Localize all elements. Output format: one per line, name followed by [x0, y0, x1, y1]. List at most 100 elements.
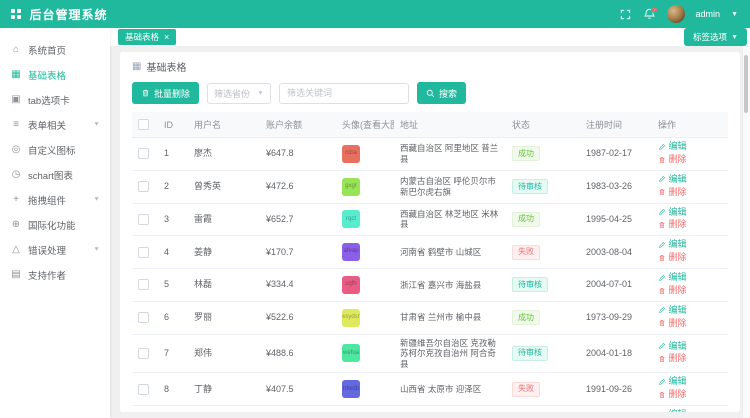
table-icon: ▦	[10, 69, 22, 80]
delete-link[interactable]: 删除	[658, 187, 687, 198]
user-avatar[interactable]	[667, 5, 685, 23]
sidebar-item-i18n[interactable]: ⊕ 国际化功能 ▼	[0, 212, 110, 237]
row-checkbox[interactable]	[138, 348, 149, 359]
row-checkbox[interactable]	[138, 148, 149, 159]
keyword-filter-input[interactable]	[279, 83, 409, 104]
avatar-thumbnail[interactable]: rcba	[342, 145, 360, 163]
table-card: ▦ 基础表格 批量删除 筛选省份 ▼ 搜索	[120, 52, 740, 412]
cell-username: 潘霞	[188, 406, 260, 412]
delete-link[interactable]: 删除	[658, 318, 687, 329]
avatar-thumbnail[interactable]: wefua	[342, 344, 360, 362]
delete-link[interactable]: 删除	[658, 353, 687, 364]
avatar-thumbnail[interactable]: afeap	[342, 243, 360, 261]
cell-id: 1	[158, 138, 188, 171]
cell-username: 林磊	[188, 269, 260, 302]
tab-close-icon[interactable]: ×	[164, 33, 169, 42]
tabs-icon: ▣	[10, 94, 22, 105]
row-checkbox[interactable]	[138, 312, 149, 323]
cell-username: 雷霞	[188, 203, 260, 236]
edit-label: 编辑	[669, 239, 687, 250]
tab-bar: 基础表格 × 标签选项 ▼	[110, 28, 750, 46]
sidebar-item-chart[interactable]: ◷ schart图表 ▼	[0, 162, 110, 187]
cell-register-time: 1987-02-17	[580, 138, 652, 171]
status-badge: 成功	[512, 146, 540, 161]
row-checkbox[interactable]	[138, 279, 149, 290]
edit-link[interactable]: 编辑	[658, 305, 687, 316]
edit-link[interactable]: 编辑	[658, 341, 687, 352]
avatar-thumbnail[interactable]: hfwdb	[342, 380, 360, 398]
sidebar-item-customs-icon[interactable]: ◎ 自定义图标 ▼	[0, 137, 110, 162]
column-header-username: 用户名	[188, 112, 260, 138]
row-checkbox[interactable]	[138, 181, 149, 192]
fullscreen-icon[interactable]	[619, 8, 632, 21]
notifications-bell-icon[interactable]	[643, 8, 656, 21]
province-filter-select[interactable]: 筛选省份 ▼	[207, 83, 271, 104]
cell-balance: ¥652.7	[260, 203, 336, 236]
delete-label: 删除	[669, 353, 687, 364]
sidebar-item-drag[interactable]: + 拖拽组件 ▼	[0, 187, 110, 212]
cell-username: 姜静	[188, 236, 260, 269]
row-checkbox[interactable]	[138, 214, 149, 225]
sidebar-item-label: 拖拽组件	[28, 193, 66, 207]
cell-register-time: 2004-01-18	[580, 334, 652, 373]
delete-link[interactable]: 删除	[658, 389, 687, 400]
top-bar-right: admin ▼	[619, 5, 750, 23]
cell-id: 2	[158, 170, 188, 203]
cell-address: 山西省 太原市 迎泽区	[394, 373, 506, 406]
cell-address: 西藏自治区 林芝地区 米林县	[394, 203, 506, 236]
edit-link[interactable]: 编辑	[658, 141, 687, 152]
chevron-down-icon[interactable]: ▼	[731, 11, 738, 18]
delete-label: 删除	[669, 285, 687, 296]
search-button[interactable]: 搜索	[417, 82, 466, 104]
cell-id: 4	[158, 236, 188, 269]
delete-link[interactable]: 删除	[658, 252, 687, 263]
batch-delete-label: 批量删除	[154, 87, 190, 100]
status-badge: 待审核	[512, 277, 548, 292]
tab-options-button[interactable]: 标签选项 ▼	[684, 28, 747, 46]
batch-delete-button[interactable]: 批量删除	[132, 82, 199, 104]
cell-balance: ¥407.5	[260, 373, 336, 406]
table-row: 2 曾秀英 ¥472.6 gxgr 内蒙古自治区 呼伦贝尔市 新巴尔虎右旗 待审…	[132, 170, 728, 203]
sidebar-item-donate[interactable]: ▤ 支持作者 ▼	[0, 262, 110, 287]
edit-link[interactable]: 编辑	[658, 376, 687, 387]
edit-link[interactable]: 编辑	[658, 174, 687, 185]
cell-balance: ¥921.2	[260, 406, 336, 412]
sidebar-item-error[interactable]: △ 错误处理 ▼	[0, 237, 110, 262]
row-checkbox[interactable]	[138, 384, 149, 395]
edit-link[interactable]: 编辑	[658, 272, 687, 283]
avatar-thumbnail[interactable]: cqfh	[342, 276, 360, 294]
notification-badge-dot	[651, 7, 658, 14]
cell-balance: ¥647.8	[260, 138, 336, 171]
tab-basic-table[interactable]: 基础表格 ×	[118, 29, 176, 45]
cell-id: 3	[158, 203, 188, 236]
table-row: 6 罗丽 ¥522.6 wsydsn 甘肃省 兰州市 榆中县 成功 1973-0…	[132, 301, 728, 334]
vertical-scrollbar[interactable]	[742, 46, 750, 418]
sidebar-item-label: schart图表	[28, 168, 73, 182]
delete-link[interactable]: 删除	[658, 154, 687, 165]
sidebar-item-home[interactable]: ⌂ 系统首页 ▼	[0, 37, 110, 62]
avatar-thumbnail[interactable]: gxgr	[342, 178, 360, 196]
sidebar-item-form[interactable]: ≡ 表单相关 ▼	[0, 112, 110, 137]
cell-register-time: 1973-09-29	[580, 301, 652, 334]
edit-link[interactable]: 编辑	[658, 207, 687, 218]
select-all-checkbox[interactable]	[138, 119, 149, 130]
edit-link[interactable]: 编辑	[658, 239, 687, 250]
edit-link[interactable]: 编辑	[658, 409, 687, 412]
scrollbar-thumb[interactable]	[744, 55, 748, 113]
avatar-thumbnail[interactable]: rqct	[342, 210, 360, 228]
sidebar-menu: ⌂ 系统首页 ▼ ▦ 基础表格 ▼ ▣ tab选项卡 ▼ ≡ 表单相关 ▼ ◎ …	[0, 28, 110, 287]
sidebar-item-tabs[interactable]: ▣ tab选项卡 ▼	[0, 87, 110, 112]
sidebar: ⌂ 系统首页 ▼ ▦ 基础表格 ▼ ▣ tab选项卡 ▼ ≡ 表单相关 ▼ ◎ …	[0, 28, 110, 418]
delete-link[interactable]: 删除	[658, 285, 687, 296]
sidebar-item-table[interactable]: ▦ 基础表格 ▼	[0, 62, 110, 87]
chevron-down-icon: ▼	[93, 197, 100, 203]
username-dropdown[interactable]: admin	[696, 9, 721, 19]
app-logo-grid-icon[interactable]	[11, 9, 21, 19]
row-checkbox[interactable]	[138, 247, 149, 258]
tab-label: 基础表格	[125, 31, 159, 43]
column-header-register-time: 注册时间	[580, 112, 652, 138]
custom-icons-icon: ◎	[10, 144, 22, 155]
avatar-thumbnail[interactable]: wsydsn	[342, 309, 360, 327]
delete-link[interactable]: 删除	[658, 219, 687, 230]
sidebar-item-label: 支持作者	[28, 268, 66, 282]
